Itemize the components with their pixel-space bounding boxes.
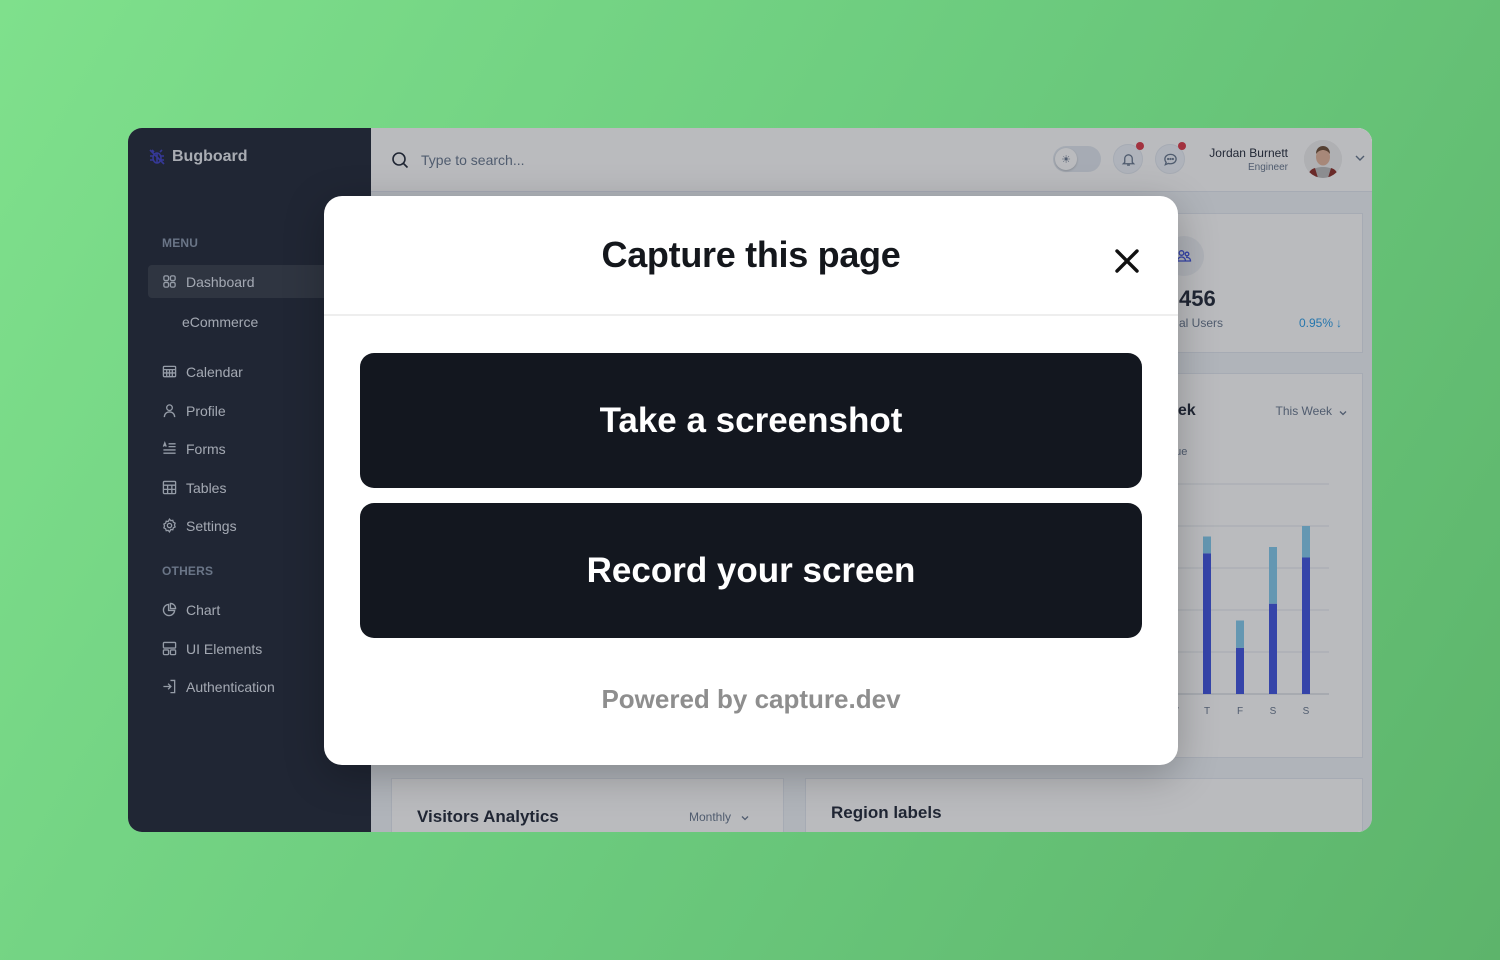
modal-title: Capture this page [601,234,901,275]
record-screen-button[interactable]: Record your screen [360,503,1142,638]
close-icon[interactable] [1110,244,1144,278]
capture-modal: Capture this page Take a screenshot Reco… [324,196,1178,765]
powered-by-link[interactable]: Powered by capture.dev [324,684,1178,715]
modal-divider [324,314,1178,316]
take-screenshot-button[interactable]: Take a screenshot [360,353,1142,488]
